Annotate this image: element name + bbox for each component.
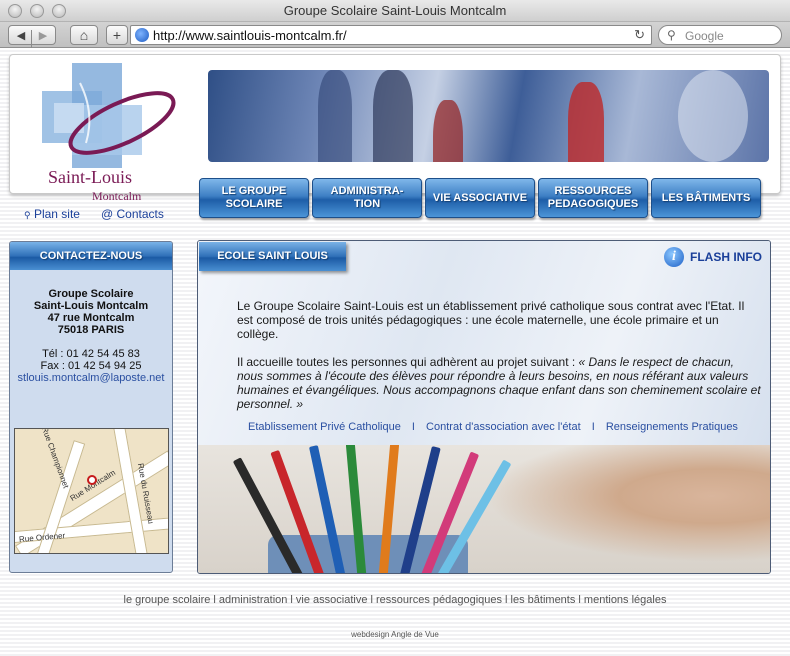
nav-administration[interactable]: ADMINISTRA- TION bbox=[312, 178, 422, 218]
intro-paragraph: Le Groupe Scolaire Saint-Louis est un ét… bbox=[237, 299, 745, 341]
add-bookmark-button[interactable]: + bbox=[106, 25, 128, 45]
link-renseignements[interactable]: Renseignements Pratiques bbox=[606, 421, 738, 433]
child-figure bbox=[433, 100, 463, 162]
contact-org: Groupe Scolaire bbox=[48, 288, 134, 300]
search-icon: ⚲ bbox=[667, 28, 676, 42]
header-banner-photo bbox=[208, 70, 769, 162]
contact-org-name: Saint-Louis Montcalm bbox=[33, 300, 149, 312]
search-placeholder: Google bbox=[685, 29, 724, 43]
contact-city: 75018 PARIS bbox=[57, 324, 125, 336]
contact-fax: Fax : 01 42 54 94 25 bbox=[40, 360, 142, 372]
back-arrow-icon[interactable]: ◀ bbox=[10, 29, 32, 42]
info-icon: i bbox=[664, 247, 684, 267]
nav-les-batiments[interactable]: LES BÂTIMENTS bbox=[651, 178, 761, 218]
logo-name: Saint-Louis bbox=[48, 167, 132, 187]
child-figure bbox=[318, 70, 352, 162]
location-map[interactable]: Rue Montcalm Rue du Ruisseau Rue Ordener… bbox=[14, 428, 169, 554]
nav-le-groupe-scolaire[interactable]: LE GROUPE SCOLAIRE bbox=[199, 178, 309, 218]
main-text-panel: ECOLE SAINT LOUIS i FLASH INFO Le Groupe… bbox=[198, 241, 770, 445]
search-field[interactable]: ⚲ Google bbox=[658, 25, 782, 45]
section-links: Etablissement Privé Catholique I Contrat… bbox=[248, 421, 738, 433]
contact-sidebar: CONTACTEZ-NOUS Groupe Scolaire Saint-Lou… bbox=[9, 241, 173, 573]
footer-links[interactable]: le groupe scolaire l administration l vi… bbox=[0, 594, 790, 606]
contact-phone: Tél : 01 42 54 45 83 bbox=[42, 348, 140, 360]
site-logo[interactable]: Saint-Louis Montcalm bbox=[40, 63, 180, 203]
map-street-label: Rue Championnet bbox=[39, 428, 71, 490]
nav-ressources-pedagogiques[interactable]: RESSOURCES PEDAGOGIQUES bbox=[538, 178, 648, 218]
contacts-link[interactable]: @ Contacts bbox=[101, 207, 164, 221]
flash-info-label: FLASH INFO bbox=[690, 250, 762, 264]
contact-street: 47 rue Montcalm bbox=[47, 312, 135, 324]
home-icon: ⌂ bbox=[79, 27, 89, 43]
magnifier-icon: ⚲ bbox=[24, 210, 31, 220]
header: Saint-Louis Montcalm LE GROUPE SCOLAIRE … bbox=[9, 54, 781, 218]
reload-icon[interactable]: ↻ bbox=[634, 27, 645, 43]
section-heading: ECOLE SAINT LOUIS bbox=[199, 242, 346, 271]
browser-toolbar: ◀ ▶ ⌂ + http://www.saintlouis-montcalm.f… bbox=[0, 22, 790, 48]
globe-icon bbox=[135, 28, 149, 42]
contact-details: Groupe Scolaire Saint-Louis Montcalm 47 … bbox=[10, 288, 172, 384]
logo-subname: Montcalm bbox=[92, 189, 142, 203]
statue-figure bbox=[678, 70, 748, 162]
url-bar[interactable]: http://www.saintlouis-montcalm.fr/ ↻ bbox=[130, 25, 652, 45]
separator: I bbox=[591, 421, 595, 433]
pencils-photo bbox=[198, 445, 770, 573]
map-location-marker-icon bbox=[87, 475, 97, 485]
child-figure bbox=[373, 70, 413, 162]
back-forward-buttons: ◀ ▶ bbox=[8, 25, 56, 48]
plus-icon: + bbox=[112, 27, 122, 43]
contact-email-link[interactable]: stlouis.montcalm@laposte.net bbox=[10, 372, 172, 384]
home-button[interactable]: ⌂ bbox=[70, 25, 98, 45]
flash-info-link[interactable]: i FLASH INFO bbox=[664, 247, 762, 267]
window-title: Groupe Scolaire Saint-Louis Montcalm bbox=[283, 3, 507, 18]
url-text[interactable]: http://www.saintlouis-montcalm.fr/ bbox=[153, 28, 347, 43]
logo-cross-icon bbox=[42, 63, 176, 168]
main-content: ECOLE SAINT LOUIS i FLASH INFO Le Groupe… bbox=[197, 240, 771, 574]
link-contrat[interactable]: Contrat d'association avec l'état bbox=[426, 421, 581, 433]
forward-arrow-icon[interactable]: ▶ bbox=[32, 29, 54, 42]
child-figure bbox=[568, 82, 604, 162]
page: Saint-Louis Montcalm LE GROUPE SCOLAIRE … bbox=[0, 48, 790, 656]
nav-vie-associative[interactable]: VIE ASSOCIATIVE bbox=[425, 178, 535, 218]
sitemap-link[interactable]: ⚲ Plan site bbox=[24, 207, 80, 221]
mission-paragraph: Il accueille toutes les personnes qui ad… bbox=[237, 355, 763, 411]
contact-heading: CONTACTEZ-NOUS bbox=[10, 242, 172, 270]
window-titlebar: Groupe Scolaire Saint-Louis Montcalm bbox=[0, 0, 790, 22]
footer-credit[interactable]: webdesign Angle de Vue bbox=[0, 630, 790, 639]
link-etablissement[interactable]: Etablissement Privé Catholique bbox=[248, 421, 401, 433]
separator: I bbox=[411, 421, 415, 433]
divider bbox=[31, 30, 32, 48]
sitemap-label: Plan site bbox=[33, 207, 80, 221]
mission-lead: Il accueille toutes les personnes qui ad… bbox=[237, 355, 579, 369]
hand-shape bbox=[448, 445, 770, 573]
